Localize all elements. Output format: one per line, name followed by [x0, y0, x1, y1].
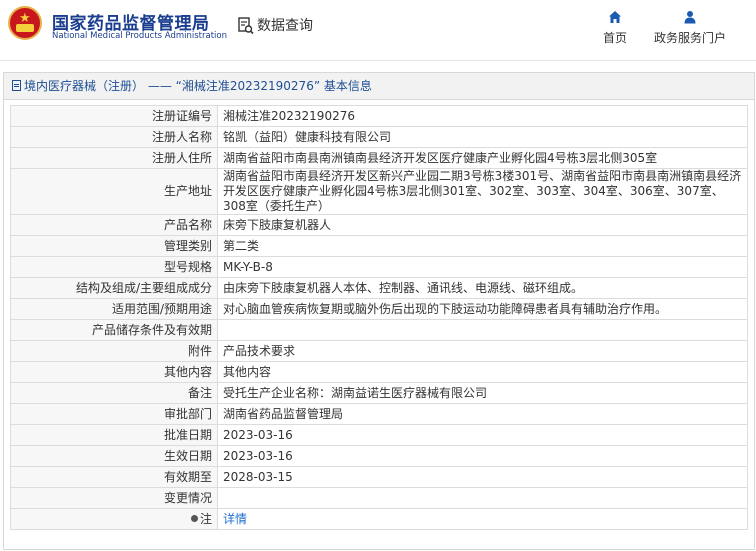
document-icon [12, 80, 21, 91]
table-row: 审批部门 湖南省药品监督管理局 [10, 403, 748, 425]
table-row: 型号规格 MK-Y-B-8 [10, 256, 748, 278]
nav-gov-label: 政务服务门户 [653, 31, 726, 45]
field-label: 产品储存条件及有效期 [10, 319, 218, 341]
field-label: 审批部门 [10, 403, 218, 425]
national-emblem-logo[interactable]: ★ [8, 6, 42, 40]
field-label: 结构及组成/主要组成成分 [10, 277, 218, 299]
field-value: 对心脑血管疾病恢复期或脑外伤后出现的下肢运动功能障碍患者具有辅助治疗作用。 [217, 298, 748, 320]
field-value: 床旁下肢康复机器人 [217, 214, 748, 236]
field-label: 注 [10, 508, 218, 530]
field-value: 受托生产企业名称：湖南益诺生医疗器械有限公司 [217, 382, 748, 404]
field-value [217, 487, 748, 509]
registration-info-table: 注册证编号 湘械注准20232190276 注册人名称 铭凯（益阳）健康科技有限公司注… [10, 105, 748, 530]
table-row: 适用范围/预期用途 对心脑血管疾病恢复期或脑外伤后出现的下肢运动功能障碍患者具有辅… [10, 298, 748, 320]
field-value: MK-Y-B-8 [217, 256, 748, 278]
field-label: 有效期至 [10, 466, 218, 488]
table-row: 注册人名称 铭凯（益阳）健康科技有限公司 [10, 126, 748, 148]
field-value: 详情 [217, 508, 748, 530]
field-label: 变更情况 [10, 487, 218, 509]
field-value: 其他内容 [217, 361, 748, 383]
note-label: 注 [199, 511, 212, 526]
table-row: 注册证编号 湘械注准20232190276 [10, 105, 748, 127]
field-value: 铭凯（益阳）健康科技有限公司 [217, 126, 748, 148]
field-label: 产品名称 [10, 214, 218, 236]
info-dot-icon [190, 514, 198, 522]
field-value: 2023-03-16 [217, 424, 748, 446]
field-value: 湘械注准20232190276 [217, 105, 748, 127]
table-row: 有效期至 2028-03-15 [10, 466, 748, 488]
field-label: 注册人住所 [10, 147, 218, 169]
table-row: 管理类别 第二类 [10, 235, 748, 257]
nav-gov-service-portal[interactable]: 政务服务门户 [652, 10, 728, 46]
field-value: 2028-03-15 [217, 466, 748, 488]
table-row: 注册人住所 湖南省益阳市南县南洲镇南县经济开发区医疗健康产业孵化园4号栋3层北侧3… [10, 147, 748, 169]
nav-home-label: 首页 [602, 31, 627, 45]
detail-panel: 境内医疗器械（注册） —— “湘械注准20232190276” 基本信息 注册证… [3, 72, 755, 550]
field-value: 2023-03-16 [217, 445, 748, 467]
field-label: 管理类别 [10, 235, 218, 257]
field-value: 湖南省药品监督管理局 [217, 403, 748, 425]
data-query-label: 数据查询 [257, 18, 313, 34]
data-query-title: 数据查询 [238, 15, 313, 37]
field-label: 批准日期 [10, 424, 218, 446]
table-row: 批准日期 2023-03-16 [10, 424, 748, 446]
field-value: 由床旁下肢康复机器人本体、控制器、通讯线、电源线、磁环组成。 [217, 277, 748, 299]
field-value: 第二类 [217, 235, 748, 257]
breadcrumb: 境内医疗器械（注册） —— “湘械注准20232190276” 基本信息 [4, 73, 754, 100]
nav-home[interactable]: 首页 [598, 10, 632, 46]
table-row: 其他内容 其他内容 [10, 361, 748, 383]
field-label: 其他内容 [10, 361, 218, 383]
table-row: 生效日期 2023-03-16 [10, 445, 748, 467]
table-row: 备注 受托生产企业名称：湖南益诺生医疗器械有限公司 [10, 382, 748, 404]
site-header: ★ 国家药品监督管理局 National Medical Products Ad… [0, 0, 756, 61]
table-row: 生产地址 湖南省益阳市南县经济开发区新兴产业园二期3号栋3楼301号、湖南省益阳市… [10, 168, 748, 215]
home-icon [608, 10, 622, 24]
search-document-icon [238, 17, 254, 35]
field-label: 生效日期 [10, 445, 218, 467]
table-row: 注 详情 [10, 508, 748, 530]
field-value: 湖南省益阳市南县南洲镇南县经济开发区医疗健康产业孵化园4号栋3层北侧305室 [217, 147, 748, 169]
details-link[interactable]: 详情 [223, 512, 247, 526]
field-label: 适用范围/预期用途 [10, 298, 218, 320]
table-row: 产品名称 床旁下肢康复机器人 [10, 214, 748, 236]
table-row: 附件 产品技术要求 [10, 340, 748, 362]
site-name-en: National Medical Products Administration [52, 31, 227, 41]
field-label: 型号规格 [10, 256, 218, 278]
field-label: 生产地址 [10, 168, 218, 215]
field-value: 产品技术要求 [217, 340, 748, 362]
field-label: 注册人名称 [10, 126, 218, 148]
table-row: 结构及组成/主要组成成分 由床旁下肢康复机器人本体、控制器、通讯线、电源线、磁环组… [10, 277, 748, 299]
user-icon [683, 10, 697, 24]
field-label: 备注 [10, 382, 218, 404]
table-row: 产品储存条件及有效期 [10, 319, 748, 341]
field-value: 湖南省益阳市南县经济开发区新兴产业园二期3号栋3楼301号、湖南省益阳市南县南洲… [217, 168, 748, 215]
field-label: 注册证编号 [10, 105, 218, 127]
breadcrumb-text: 境内医疗器械（注册） —— “湘械注准20232190276” 基本信息 [24, 79, 372, 93]
field-value [217, 319, 748, 341]
field-label: 附件 [10, 340, 218, 362]
table-row: 变更情况 [10, 487, 748, 509]
